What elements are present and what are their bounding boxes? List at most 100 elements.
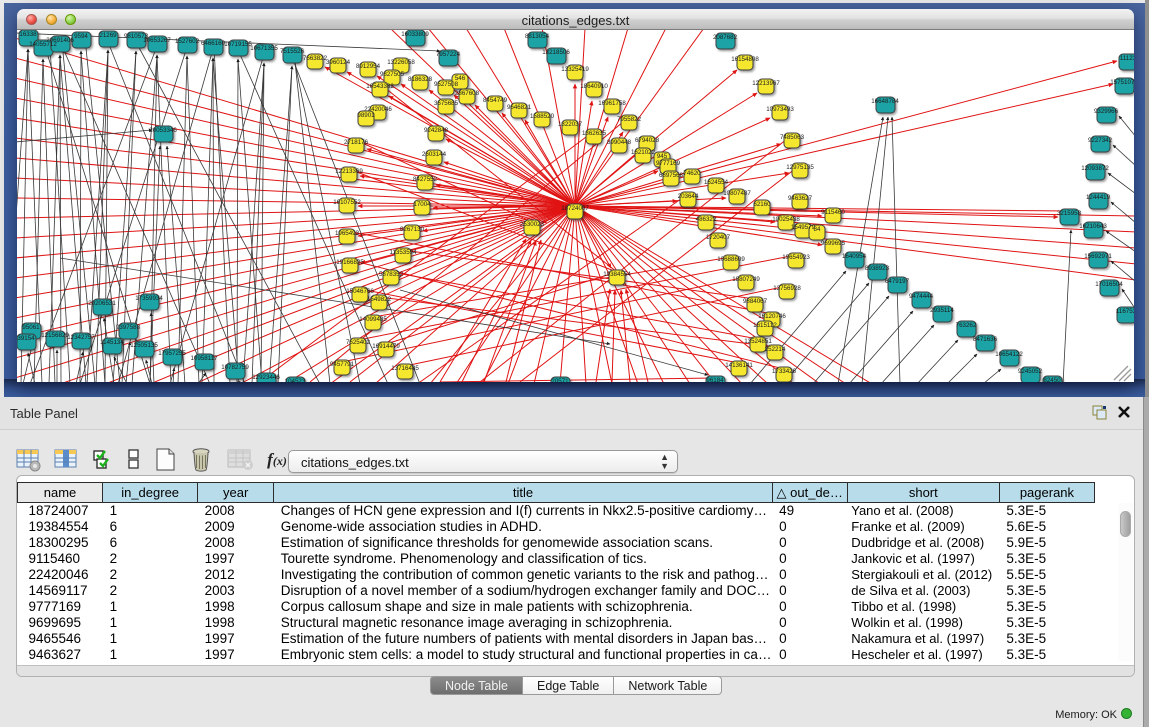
svg-text:16961758: 16961758: [598, 100, 626, 107]
svg-text:10654122: 10654122: [995, 351, 1023, 358]
svg-text:6479197: 6479197: [885, 278, 910, 285]
svg-text:74620: 74620: [683, 170, 701, 177]
svg-text:9397588: 9397588: [116, 324, 141, 331]
svg-text:15046766: 15046766: [346, 288, 374, 295]
svg-text:10782759: 10782759: [221, 364, 249, 371]
svg-text:1640954: 1640954: [842, 253, 867, 260]
svg-text:17359934: 17359934: [135, 295, 163, 302]
svg-text:10719155: 10719155: [224, 41, 252, 48]
svg-text:9699695: 9699695: [821, 240, 846, 247]
svg-text:8990448: 8990448: [607, 139, 632, 146]
svg-text:18724007: 18724007: [561, 205, 589, 212]
svg-text:1733426: 1733426: [772, 368, 797, 375]
svg-text:9646821: 9646821: [507, 104, 532, 111]
svg-text:95061: 95061: [22, 324, 40, 331]
svg-text:1965493: 1965493: [335, 230, 360, 237]
svg-text:1615112: 1615112: [753, 322, 777, 329]
svg-text:3675685: 3675685: [434, 100, 459, 107]
svg-text:3960124: 3960124: [326, 59, 351, 66]
svg-text:6466160: 6466160: [201, 40, 226, 47]
svg-text:1621022: 1621022: [631, 149, 656, 156]
svg-text:12505135: 12505135: [130, 342, 158, 349]
svg-text:13756928: 13756928: [773, 285, 801, 292]
svg-text:7625402: 7625402: [346, 339, 371, 346]
svg-text:11123: 11123: [1120, 55, 1134, 62]
svg-text:7485063: 7485063: [780, 134, 805, 141]
svg-text:9474444: 9474444: [909, 293, 934, 300]
svg-text:13716485: 13716485: [391, 365, 419, 372]
svg-text:20571: 20571: [551, 378, 569, 382]
svg-text:1549579: 1549579: [791, 224, 816, 231]
svg-text:13226058: 13226058: [387, 59, 415, 66]
svg-text:18807249: 18807249: [732, 276, 760, 283]
svg-text:9457791: 9457791: [330, 361, 355, 368]
svg-text:10025438: 10025438: [772, 216, 800, 223]
svg-text:12093872: 12093872: [1081, 165, 1109, 172]
svg-text:19384554: 19384554: [603, 271, 631, 278]
svg-text:1145134: 1145134: [100, 339, 124, 346]
svg-text:10958117: 10958117: [190, 355, 218, 362]
svg-text:12213967: 12213967: [752, 80, 780, 87]
svg-text:16338: 16338: [19, 31, 37, 38]
svg-text:11353594: 11353594: [389, 249, 417, 256]
svg-text:252214: 252214: [765, 346, 786, 353]
svg-text:7663822: 7663822: [303, 55, 328, 62]
svg-text:98901: 98901: [357, 112, 375, 119]
svg-text:1549822: 1549822: [367, 296, 392, 303]
svg-text:62160: 62160: [753, 201, 771, 208]
svg-text:8471636: 8471636: [973, 336, 998, 343]
svg-text:13325419: 13325419: [561, 66, 589, 73]
svg-text:10973493: 10973493: [766, 106, 794, 113]
svg-text:16107552: 16107552: [333, 199, 361, 206]
svg-text:16154808: 16154808: [731, 56, 759, 63]
svg-text:1720407: 1720407: [706, 234, 731, 241]
svg-text:9527508: 9527508: [434, 81, 459, 88]
svg-text:12213369: 12213369: [335, 168, 363, 175]
svg-text:1588520: 1588520: [530, 113, 555, 120]
svg-text:2718176: 2718176: [344, 139, 369, 146]
svg-text:17016504: 17016504: [1095, 281, 1123, 288]
svg-text:1322037: 1322037: [558, 121, 583, 128]
svg-text:21269: 21269: [99, 32, 117, 39]
svg-text:763262: 763262: [956, 322, 977, 329]
svg-text:13218506: 13218506: [542, 49, 570, 56]
svg-text:8813054: 8813054: [525, 33, 550, 40]
svg-text:2087682: 2087682: [713, 34, 738, 41]
svg-text:10671355: 10671355: [250, 45, 278, 52]
svg-text:8938923: 8938923: [865, 265, 890, 272]
svg-text:19166825: 19166825: [336, 259, 364, 266]
svg-text:12975135: 12975135: [786, 164, 814, 171]
svg-text:9777169: 9777169: [656, 160, 681, 167]
svg-text:1362635: 1362635: [582, 130, 607, 137]
svg-text:1624554: 1624554: [704, 179, 729, 186]
svg-text:7515526: 7515526: [280, 48, 305, 55]
svg-text:14099485: 14099485: [359, 316, 387, 323]
svg-text:10688609: 10688609: [717, 256, 745, 263]
svg-text:8912954: 8912954: [356, 63, 381, 70]
svg-text:13524851: 13524851: [744, 338, 772, 345]
svg-text:16210643: 16210643: [1079, 223, 1107, 230]
svg-text:84: 84: [814, 226, 821, 233]
svg-text:2603144: 2603144: [422, 151, 447, 158]
svg-text:7955822: 7955822: [617, 116, 642, 123]
svg-text:546: 546: [455, 75, 466, 82]
svg-text:1244419: 1244419: [1086, 194, 1111, 201]
svg-text:19654923: 19654923: [782, 254, 810, 261]
svg-text:9463627: 9463627: [788, 195, 813, 202]
svg-text:2867608: 2867608: [455, 90, 480, 97]
svg-text:16543382: 16543382: [366, 83, 394, 90]
svg-text:16120746: 16120746: [758, 313, 786, 320]
svg-text:9227342: 9227342: [1088, 137, 1113, 144]
svg-text:9884067: 9884067: [743, 298, 768, 305]
svg-text:12923446: 12923446: [252, 374, 280, 381]
svg-text:82450: 82450: [1043, 377, 1061, 382]
svg-text:9329966: 9329966: [1094, 108, 1119, 115]
svg-text:2530023: 2530023: [520, 221, 545, 228]
svg-text:20053346: 20053346: [149, 127, 177, 134]
svg-text:9245052: 9245052: [1018, 368, 1043, 375]
svg-text:14136141: 14136141: [725, 362, 753, 369]
svg-text:9827505: 9827505: [380, 71, 405, 78]
svg-text:16033809: 16033809: [401, 31, 429, 38]
svg-text:6794028: 6794028: [635, 137, 660, 144]
svg-text:8186328: 8186328: [408, 76, 433, 83]
